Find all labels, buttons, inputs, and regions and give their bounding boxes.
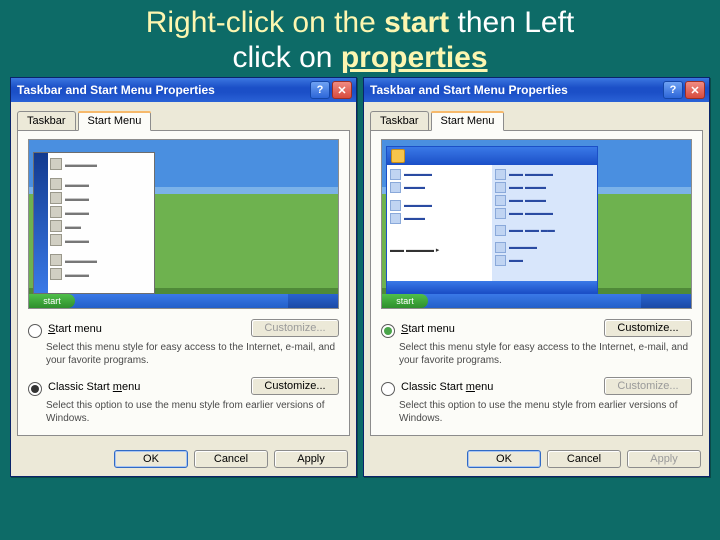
start-menu-preview: ▬▬▬▬ ▬▬▬ ▬▬▬ ▬▬▬ ▬▬ ▬▬▬ ▬▬▬▬ ▬▬▬ start [28,139,339,309]
option-start-menu[interactable]: Start menu [381,323,455,338]
title-l2b: properties [341,41,488,74]
desc-classic: Select this option to use the menu style… [46,400,339,425]
tab-body: ▬▬▬▬ ▬▬▬ ▬▬▬ ▬▬▬ ▬▬ ▬▬▬ ▬▬▬▬ ▬▬▬ start [17,130,350,436]
title-l1b: start [384,6,449,39]
cancel-button[interactable]: Cancel [547,450,621,468]
option-classic-start-menu[interactable]: Classic Start menu [28,381,140,396]
preview-start-button: start [382,294,428,308]
classic-menu-preview: ▬▬▬▬ ▬▬▬ ▬▬▬ ▬▬▬ ▬▬ ▬▬▬ ▬▬▬▬ ▬▬▬ [33,152,155,294]
ok-button[interactable]: OK [114,450,188,468]
radio-start-menu[interactable] [381,324,395,338]
titlebar[interactable]: Taskbar and Start Menu Properties ? ✕ [364,78,709,102]
title-l1c: then Left [449,6,574,39]
start-menu-preview: ▬▬▬▬ ▬▬▬ ▬▬▬▬ ▬▬▬ ▬▬ ▬▬▬▬ ▸ ▬▬ ▬▬▬▬ ▬▬ ▬… [381,139,692,309]
title-l1a: Right-click on the [146,6,384,39]
help-button[interactable]: ? [663,81,683,99]
tab-taskbar[interactable]: Taskbar [17,111,76,130]
tab-start-menu[interactable]: Start Menu [78,111,152,131]
tab-body: ▬▬▬▬ ▬▬▬ ▬▬▬▬ ▬▬▬ ▬▬ ▬▬▬▬ ▸ ▬▬ ▬▬▬▬ ▬▬ ▬… [370,130,703,436]
radio-classic-start-menu[interactable] [28,382,42,396]
customize-classic-button[interactable]: Customize... [604,377,692,395]
titlebar-text: Taskbar and Start Menu Properties [17,83,308,97]
customize-start-menu-button[interactable]: Customize... [604,319,692,337]
tab-row: Taskbar Start Menu [364,102,709,130]
xp-menu-preview: ▬▬▬▬ ▬▬▬ ▬▬▬▬ ▬▬▬ ▬▬ ▬▬▬▬ ▸ ▬▬ ▬▬▬▬ ▬▬ ▬… [386,146,598,294]
titlebar-text: Taskbar and Start Menu Properties [370,83,661,97]
desc-classic: Select this option to use the menu style… [399,400,692,425]
apply-button[interactable]: Apply [627,450,701,468]
customize-start-menu-button[interactable]: Customize... [251,319,339,337]
desc-start-menu: Select this menu style for easy access t… [46,342,339,367]
titlebar[interactable]: Taskbar and Start Menu Properties ? ✕ [11,78,356,102]
dialog-right: Taskbar and Start Menu Properties ? ✕ Ta… [363,77,710,477]
option-start-menu[interactable]: Start menu [28,323,102,338]
tab-taskbar[interactable]: Taskbar [370,111,429,130]
radio-classic-start-menu[interactable] [381,382,395,396]
tab-row: Taskbar Start Menu [11,102,356,130]
close-button[interactable]: ✕ [685,81,705,99]
tab-start-menu[interactable]: Start Menu [431,111,505,131]
close-button[interactable]: ✕ [332,81,352,99]
preview-start-button: start [29,294,75,308]
ok-button[interactable]: OK [467,450,541,468]
title-l2a: click on [232,41,340,74]
help-button[interactable]: ? [310,81,330,99]
dialog-left: Taskbar and Start Menu Properties ? ✕ Ta… [10,77,357,477]
dialog-buttons: OK Cancel Apply [364,442,709,476]
radio-start-menu[interactable] [28,324,42,338]
desc-start-menu: Select this menu style for easy access t… [399,342,692,367]
apply-button[interactable]: Apply [274,450,348,468]
cancel-button[interactable]: Cancel [194,450,268,468]
dialog-buttons: OK Cancel Apply [11,442,356,476]
customize-classic-button[interactable]: Customize... [251,377,339,395]
option-classic-start-menu[interactable]: Classic Start menu [381,381,493,396]
slide-title: Right-click on the start then Left click… [0,0,720,77]
